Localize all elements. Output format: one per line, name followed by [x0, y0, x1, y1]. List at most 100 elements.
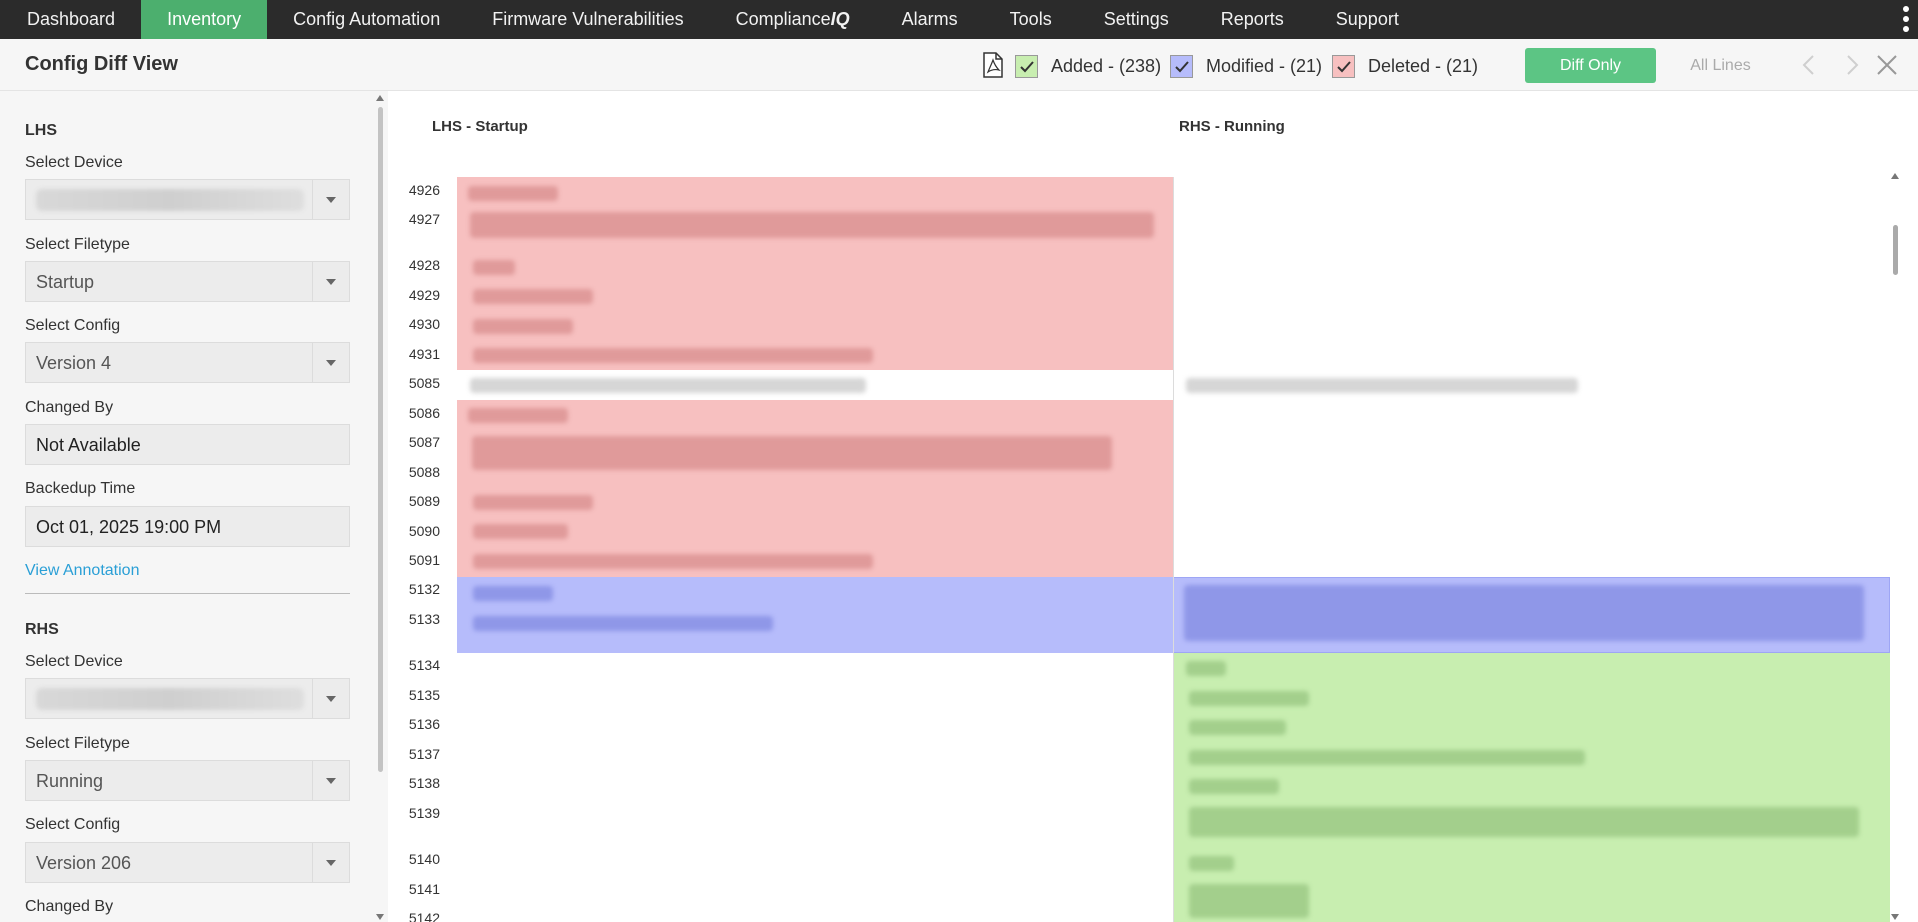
redacted-line: [470, 378, 866, 393]
line-number: 5088: [408, 464, 440, 480]
redacted-line: [473, 616, 773, 631]
more-menu-icon[interactable]: [1902, 6, 1910, 32]
redacted-line: [473, 348, 873, 363]
check-icon: [1019, 60, 1034, 72]
deleted-checkbox[interactable]: [1332, 55, 1355, 78]
check-icon: [1174, 60, 1189, 72]
line-number: 5089: [408, 493, 440, 509]
line-number: 5137: [408, 746, 440, 762]
line-number: 5132: [408, 581, 440, 597]
line-number: 4931: [408, 346, 440, 362]
nav-compliance-label: Compliance: [735, 9, 831, 29]
scrollbar-thumb[interactable]: [1893, 225, 1898, 275]
rhs-filetype-select[interactable]: Running: [25, 760, 350, 801]
line-number: 5087: [408, 434, 440, 450]
scrollbar-thumb[interactable]: [378, 107, 383, 772]
modified-checkbox[interactable]: [1170, 55, 1193, 78]
redacted-line: [1189, 884, 1309, 918]
rhs-changed-by-label: Changed By: [25, 898, 114, 915]
previous-diff-icon[interactable]: [1798, 53, 1822, 77]
redacted-line: [1189, 720, 1286, 735]
nav-dashboard[interactable]: Dashboard: [0, 0, 141, 39]
panel-scrollbar[interactable]: [372, 91, 388, 922]
nav-alarms[interactable]: Alarms: [876, 0, 984, 39]
nav-tools[interactable]: Tools: [984, 0, 1078, 39]
redacted-line: [473, 260, 515, 275]
nav-inventory[interactable]: Inventory: [141, 0, 268, 39]
rhs-select-device-label: Select Device: [25, 653, 123, 670]
scroll-up-icon[interactable]: [376, 95, 384, 101]
nav-reports[interactable]: Reports: [1195, 0, 1310, 39]
rhs-config-select[interactable]: Version 206: [25, 842, 350, 883]
scroll-down-icon[interactable]: [376, 914, 384, 920]
nav-settings[interactable]: Settings: [1078, 0, 1195, 39]
deleted-label: Deleted - (21): [1368, 56, 1479, 76]
pdf-export-icon[interactable]: [982, 52, 1004, 78]
redacted-line: [1189, 856, 1234, 871]
redacted-line: [1186, 378, 1578, 393]
all-lines-button[interactable]: All Lines: [1660, 48, 1781, 83]
redacted-line: [1186, 661, 1226, 676]
rhs-section-title: RHS: [25, 621, 59, 638]
scroll-up-icon[interactable]: [1891, 173, 1899, 179]
legend-added[interactable]: Added - (238): [1015, 55, 1161, 78]
line-number: 4926: [408, 182, 440, 198]
line-number: 5135: [408, 687, 440, 703]
diff-only-button[interactable]: Diff Only: [1525, 48, 1656, 83]
nav-compliance-iq-suffix: IQ: [830, 9, 850, 29]
chevron-down-icon: [312, 343, 349, 382]
rhs-select-filetype-label: Select Filetype: [25, 735, 130, 752]
nav-firmware-vulnerabilities[interactable]: Firmware Vulnerabilities: [466, 0, 709, 39]
rhs-config-value: Version 206: [36, 853, 132, 873]
diff-scrollbar[interactable]: [1888, 171, 1902, 922]
rhs-filetype-value: Running: [36, 771, 104, 791]
lhs-config-value: Version 4: [36, 353, 112, 373]
nav-support[interactable]: Support: [1310, 0, 1425, 39]
lhs-device-select[interactable]: [25, 179, 350, 220]
lhs-filetype-select[interactable]: Startup: [25, 261, 350, 302]
lhs-select-config-label: Select Config: [25, 317, 121, 334]
line-number: 4929: [408, 287, 440, 303]
legend-deleted[interactable]: Deleted - (21): [1332, 55, 1478, 78]
line-number: 5138: [408, 775, 440, 791]
nav-config-automation[interactable]: Config Automation: [267, 0, 466, 39]
deleted-block: [457, 177, 1173, 370]
view-annotation-link[interactable]: View Annotation: [25, 562, 139, 580]
next-diff-icon[interactable]: [1839, 53, 1863, 77]
rhs-device-select[interactable]: [25, 678, 350, 719]
added-checkbox[interactable]: [1015, 55, 1038, 78]
legend-modified[interactable]: Modified - (21): [1170, 55, 1322, 78]
line-number: 5091: [408, 552, 440, 568]
redacted-line: [473, 524, 568, 539]
chevron-down-icon: [312, 180, 349, 219]
redacted-line: [468, 186, 558, 201]
redacted-line: [473, 495, 593, 510]
line-number: 4930: [408, 316, 440, 332]
top-navigation: Dashboard Inventory Config Automation Fi…: [0, 0, 1918, 39]
redacted-line: [1184, 585, 1864, 641]
redacted-line: [468, 408, 568, 423]
line-number: 5140: [408, 851, 440, 867]
redacted-line: [472, 436, 1112, 470]
section-divider: [25, 593, 350, 594]
lhs-changed-by-label: Changed By: [25, 399, 114, 416]
modified-block: [457, 577, 1173, 653]
redacted-line: [473, 554, 873, 569]
line-number: 5133: [408, 611, 440, 627]
lhs-changed-by-value: Not Available: [36, 435, 141, 455]
lhs-select-filetype-label: Select Filetype: [25, 236, 130, 253]
redacted-device-name: [36, 688, 304, 710]
scroll-down-icon[interactable]: [1891, 914, 1899, 920]
lhs-backup-time-value: Oct 01, 2025 19:00 PM: [36, 517, 222, 537]
lhs-filetype-value: Startup: [36, 272, 95, 292]
lhs-select-device-label: Select Device: [25, 154, 123, 171]
line-number: 5136: [408, 716, 440, 732]
selection-panel: LHS Select Device Select Filetype Startu…: [0, 91, 372, 922]
close-icon[interactable]: [1875, 53, 1899, 77]
rhs-select-config-label: Select Config: [25, 816, 121, 833]
redacted-line: [473, 289, 593, 304]
lhs-config-select[interactable]: Version 4: [25, 342, 350, 383]
nav-compliance-iq[interactable]: Compliance IQ: [710, 0, 876, 39]
chevron-down-icon: [312, 843, 349, 882]
column-divider: [1173, 177, 1174, 922]
